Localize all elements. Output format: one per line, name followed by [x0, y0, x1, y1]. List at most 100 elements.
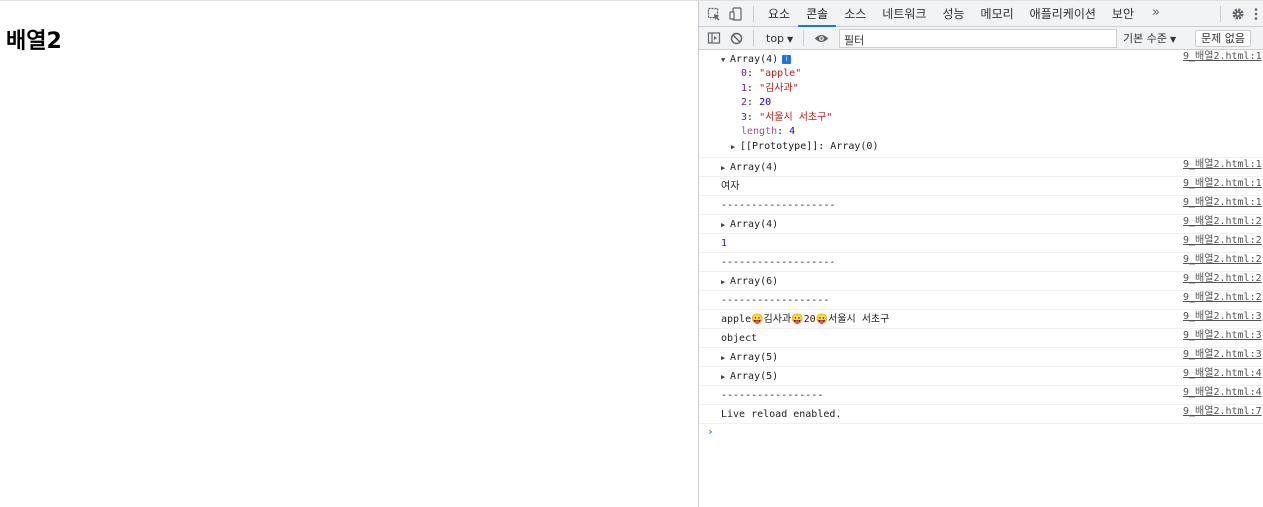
property-value: 20: [759, 97, 772, 108]
source-link[interactable]: 9_배열2.html:1: [1183, 177, 1263, 191]
log-text: Array(5): [730, 351, 779, 363]
log-text: Array(4): [730, 161, 779, 173]
source-link[interactable]: 9_배열2.html:2: [1183, 253, 1263, 267]
devtools-panel: 요소 콘솔 소스 네트워크 성능 메모리 애플리케이션 보안 » top ▼ 필…: [698, 1, 1263, 507]
clear-console-icon[interactable]: [725, 27, 747, 49]
log-text: -------------------: [721, 256, 836, 268]
collapsed-array-message[interactable]: ▶ Array(4): [721, 218, 1173, 232]
property-colon: :: [777, 126, 790, 137]
kebab-menu-icon[interactable]: [1249, 3, 1263, 25]
source-link[interactable]: 9_배열2.html:1: [1183, 50, 1263, 64]
collapsed-caret-icon[interactable]: ▶: [721, 275, 730, 289]
settings-gear-icon[interactable]: [1227, 3, 1249, 25]
devtools-tabbar: 요소 콘솔 소스 네트워크 성능 메모리 애플리케이션 보안 »: [699, 1, 1263, 27]
tab-application[interactable]: 애플리케이션: [1022, 1, 1104, 27]
tab-performance[interactable]: 성능: [934, 1, 972, 27]
source-link[interactable]: 9_배열2.html:3: [1183, 348, 1263, 362]
console-log-entry: ▶ Array(4) 9_배열2.html:2: [699, 215, 1263, 234]
log-message: ------------------: [721, 294, 1173, 308]
property-value: "김사과": [759, 82, 799, 94]
console-log-entry: ------------------- 9_배열2.html:1: [699, 196, 1263, 215]
dropdown-arrow-icon: ▼: [1169, 35, 1177, 44]
source-link[interactable]: 9_배열2.html:1: [1183, 158, 1263, 172]
source-link[interactable]: 9_배열2.html:3: [1183, 310, 1263, 324]
collapsed-caret-icon[interactable]: ▶: [721, 161, 730, 175]
source-link[interactable]: 9_배열2.html:4: [1183, 367, 1263, 381]
log-text: 여자: [721, 180, 740, 192]
console-log-entry: ▶ Array(5) 9_배열2.html:3: [699, 348, 1263, 367]
tabbar-actions: [1214, 1, 1263, 27]
source-link[interactable]: 9_배열2.html:2: [1183, 291, 1263, 305]
console-log-entry: ▶ Array(6) 9_배열2.html:2: [699, 272, 1263, 291]
array-header[interactable]: ▼ Array(4) i: [721, 53, 1173, 67]
sidebar-toggle-icon[interactable]: [703, 27, 725, 49]
log-message: -------------------: [721, 256, 1173, 270]
tab-memory[interactable]: 메모리: [973, 1, 1022, 27]
log-text: 1: [721, 237, 728, 249]
context-selector[interactable]: top ▼: [760, 32, 797, 45]
length-key: length: [741, 126, 778, 137]
source-link[interactable]: 9_배열2.html:1: [1183, 196, 1263, 210]
issues-button[interactable]: 문제 없음: [1195, 30, 1251, 47]
collapsed-caret-icon[interactable]: ▶: [721, 370, 730, 384]
source-link[interactable]: 9_배열2.html:2: [1183, 234, 1263, 248]
collapsed-array-message[interactable]: ▶ Array(6): [721, 275, 1173, 289]
source-link[interactable]: 9_배열2.html:7: [1183, 405, 1263, 419]
toolbar-divider: [803, 30, 805, 46]
console-log-entry: ------------------ 9_배열2.html:2: [699, 291, 1263, 310]
device-toolbar-icon[interactable]: [725, 3, 747, 25]
log-text: Array(6): [730, 275, 779, 287]
toolbar-divider: [753, 5, 754, 22]
toolbar-divider: [1220, 6, 1221, 22]
more-tabs-button[interactable]: »: [1142, 1, 1170, 27]
collapsed-caret-icon[interactable]: ▶: [721, 218, 730, 232]
log-message: 여자: [721, 180, 1173, 194]
log-text: -----------------: [721, 389, 824, 401]
expanded-caret-icon[interactable]: ▼: [721, 53, 730, 67]
array-properties: 0: "apple" 1: "김사과" 2: 20 3: "서울시 서초구" lengt…: [721, 67, 1173, 140]
source-link[interactable]: 9_배열2.html:3: [1183, 329, 1263, 343]
console-log-entry: apple😛김사과😛20😛서울시 서초구 9_배열2.html:3: [699, 310, 1263, 329]
collapsed-caret-icon[interactable]: ▶: [721, 351, 730, 365]
collapsed-array-message[interactable]: ▶ Array(5): [721, 351, 1173, 365]
context-value: top: [766, 31, 785, 45]
source-link[interactable]: 9_배열2.html:4: [1183, 386, 1263, 400]
console-log-entry: Live reload enabled. 9_배열2.html:7: [699, 405, 1263, 424]
tab-sources[interactable]: 소스: [836, 1, 874, 27]
property-value: "서울시 서초구": [759, 111, 833, 123]
console-filter-input[interactable]: 필터: [839, 29, 1117, 48]
console-log-entry: 여자 9_배열2.html:1: [699, 177, 1263, 196]
prototype-row[interactable]: ▶ [[Prototype]]: Array(0): [721, 140, 1173, 155]
source-link[interactable]: 9_배열2.html:2: [1183, 215, 1263, 229]
collapsed-array-message[interactable]: ▶ Array(5): [721, 370, 1173, 384]
tab-security[interactable]: 보안: [1104, 1, 1142, 27]
live-expression-eye-icon[interactable]: [810, 27, 832, 49]
property-value: "apple": [759, 68, 802, 79]
log-message: Live reload enabled.: [721, 408, 1173, 422]
collapsed-array-message[interactable]: ▶ Array(4): [721, 161, 1173, 175]
array-length-row: length: 4: [721, 125, 1173, 140]
console-log-entry: object 9_배열2.html:3: [699, 329, 1263, 348]
console-log-area: ▼ Array(4) i 0: "apple" 1: "김사과" 2: 20 3: "서울…: [699, 50, 1263, 440]
tab-console[interactable]: 콘솔: [798, 1, 837, 27]
property-colon: :: [747, 111, 760, 123]
console-toolbar: top ▼ 필터 기본 수준 ▼ 문제 없음: [699, 27, 1263, 50]
log-message: -----------------: [721, 389, 1173, 403]
info-icon[interactable]: i: [782, 55, 792, 64]
prototype-label: [[Prototype]]: Array(0): [740, 140, 879, 152]
tab-network[interactable]: 네트워크: [874, 1, 934, 27]
console-log-entry: ▶ Array(5) 9_배열2.html:4: [699, 367, 1263, 386]
log-text: Array(4): [730, 218, 779, 230]
log-text: apple😛김사과😛20😛서울시 서초구: [721, 313, 890, 325]
console-prompt[interactable]: ›: [699, 424, 1263, 440]
log-level-dropdown[interactable]: 기본 수준 ▼: [1123, 27, 1176, 50]
property-colon: :: [747, 82, 760, 94]
tab-elements[interactable]: 요소: [760, 1, 798, 27]
inspect-element-icon[interactable]: [703, 3, 725, 25]
log-level-value: 기본 수준: [1123, 32, 1167, 45]
console-log-entry: ------------------- 9_배열2.html:2: [699, 253, 1263, 272]
array-property-row: 2: 20: [721, 96, 1173, 111]
collapsed-caret-icon[interactable]: ▶: [731, 140, 740, 155]
source-link[interactable]: 9_배열2.html:2: [1183, 272, 1263, 286]
log-message: 1: [721, 237, 1173, 251]
